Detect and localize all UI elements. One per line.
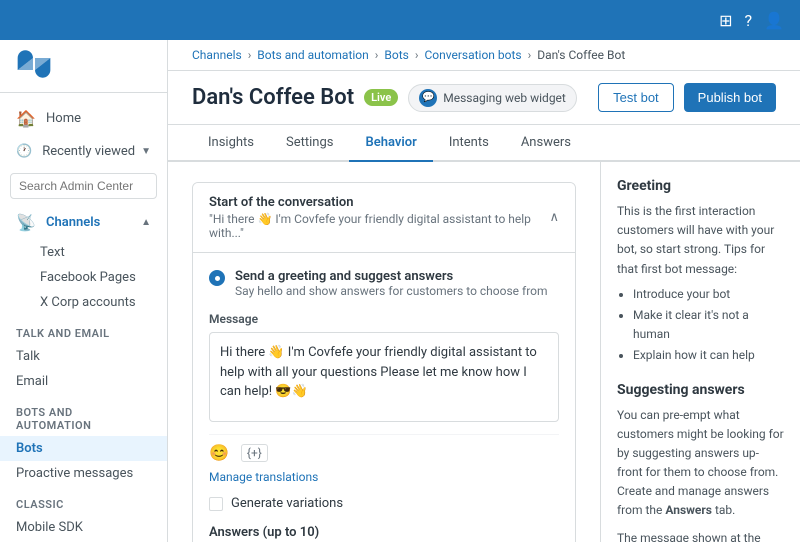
- tab-behavior[interactable]: Behavior: [349, 125, 432, 162]
- bots-automation-section-label: Bots and automation: [0, 398, 167, 436]
- suggesting-text-1: You can pre-empt what customers might be…: [617, 408, 784, 518]
- search-container: [0, 167, 167, 205]
- breadcrumb-channels[interactable]: Channels: [192, 48, 242, 62]
- publish-bot-button[interactable]: Publish bot: [684, 83, 776, 112]
- sidebar-item-facebook-pages[interactable]: Facebook Pages: [0, 265, 167, 290]
- info-sidebar: Greeting This is the first interaction c…: [600, 162, 800, 542]
- user-icon[interactable]: 👤: [764, 11, 784, 30]
- tab-settings[interactable]: Settings: [270, 125, 349, 162]
- generate-variations-row: Generate variations: [209, 496, 559, 511]
- channels-icon: 📡: [16, 213, 36, 232]
- sidebar-item-bots[interactable]: Bots: [0, 436, 167, 461]
- breadcrumb: Channels › Bots and automation › Bots › …: [168, 40, 800, 71]
- suggesting-section: Suggesting answers You can pre-empt what…: [617, 382, 784, 542]
- channel-badge: 💬 Messaging web widget: [408, 84, 577, 112]
- tab-intents[interactable]: Intents: [433, 125, 505, 162]
- sidebar-item-mobile-sdk[interactable]: Mobile SDK: [0, 515, 167, 540]
- generate-variations-checkbox[interactable]: [209, 497, 223, 511]
- home-icon: 🏠: [16, 109, 36, 128]
- greeting-intro: This is the first interaction customers …: [617, 204, 774, 276]
- greeting-tip-1: Introduce your bot: [633, 285, 784, 304]
- page-title: Dan's Coffee Bot: [192, 85, 354, 110]
- message-label: Message: [209, 312, 559, 326]
- note-text: The message shown at the start of the co…: [617, 529, 784, 542]
- page-header-left: Dan's Coffee Bot Live 💬 Messaging web wi…: [192, 84, 577, 112]
- live-badge: Live: [364, 89, 398, 106]
- greeting-tips-list: Introduce your bot Make it clear it's no…: [617, 285, 784, 366]
- greeting-tip-3: Explain how it can help: [633, 346, 784, 365]
- main-content: Channels › Bots and automation › Bots › …: [168, 40, 800, 542]
- talk-email-section-label: Talk and email: [0, 319, 167, 344]
- sidebar-item-email[interactable]: Email: [0, 369, 167, 394]
- chevron-down-icon: ▼: [141, 146, 151, 157]
- sidebar-item-talk[interactable]: Talk: [0, 344, 167, 369]
- conversation-start-card: Start of the conversation "Hi there 👋 I'…: [192, 182, 576, 542]
- manage-translations-link[interactable]: Manage translations: [209, 470, 559, 484]
- sidebar-item-text[interactable]: Text: [0, 240, 167, 265]
- tab-insights[interactable]: Insights: [192, 125, 270, 162]
- answers-link-text: Answers: [665, 503, 712, 517]
- channel-icon: 💬: [419, 89, 437, 107]
- emoji-button[interactable]: 😊: [209, 443, 229, 462]
- sidebar: 🏠 Home 🕐 Recently viewed ▼ 📡 Channels ▲ …: [0, 40, 168, 542]
- breadcrumb-conversation-bots[interactable]: Conversation bots: [424, 48, 521, 62]
- suggesting-text-2: tab.: [712, 503, 735, 517]
- card-header-title: Start of the conversation: [209, 195, 549, 210]
- breadcrumb-bots[interactable]: Bots: [384, 48, 408, 62]
- channels-chevron-icon: ▲: [141, 217, 151, 228]
- content-area: Start of the conversation "Hi there 👋 I'…: [168, 162, 800, 542]
- test-bot-button[interactable]: Test bot: [598, 83, 674, 112]
- suggesting-text: You can pre-empt what customers might be…: [617, 406, 784, 521]
- radio-option-sublabel: Say hello and show answers for customers…: [235, 284, 548, 298]
- collapse-icon[interactable]: ∧: [549, 210, 559, 225]
- card-body: Send a greeting and suggest answers Say …: [193, 252, 575, 542]
- sidebar-logo: [0, 40, 167, 93]
- message-textarea[interactable]: Hi there 👋 I'm Covfefe your friendly dig…: [209, 332, 559, 422]
- sidebar-item-x-corp-accounts[interactable]: X Corp accounts: [0, 290, 167, 315]
- message-actions: 😊 {+}: [209, 434, 559, 462]
- greeting-text: This is the first interaction customers …: [617, 202, 784, 366]
- page-header: Dan's Coffee Bot Live 💬 Messaging web wi…: [168, 71, 800, 125]
- greeting-section: Greeting This is the first interaction c…: [617, 178, 784, 366]
- greeting-tip-2: Make it clear it's not a human: [633, 306, 784, 344]
- clock-icon: 🕐: [16, 144, 32, 159]
- card-header[interactable]: Start of the conversation "Hi there 👋 I'…: [193, 183, 575, 252]
- variable-button[interactable]: {+}: [241, 444, 268, 462]
- sidebar-item-recently-viewed[interactable]: 🕐 Recently viewed ▼: [0, 136, 167, 167]
- card-header-subtitle: "Hi there 👋 I'm Covfefe your friendly di…: [209, 212, 549, 240]
- recently-viewed-label: Recently viewed: [42, 144, 135, 159]
- answers-row: Answers (up to 10) Agent transfer ✕: [209, 525, 559, 542]
- radio-greeting-option[interactable]: Send a greeting and suggest answers Say …: [209, 269, 559, 298]
- breadcrumb-bots-automation[interactable]: Bots and automation: [257, 48, 368, 62]
- sidebar-item-home[interactable]: 🏠 Home: [0, 101, 167, 136]
- channels-label: Channels: [46, 215, 100, 230]
- suggesting-title: Suggesting answers: [617, 382, 784, 398]
- help-icon[interactable]: ?: [745, 11, 753, 30]
- sidebar-navigation: 🏠 Home 🕐 Recently viewed ▼ 📡 Channels ▲ …: [0, 93, 167, 542]
- grid-icon[interactable]: ⊞: [719, 11, 732, 30]
- sidebar-item-proactive-messages[interactable]: Proactive messages: [0, 461, 167, 486]
- behavior-main: Start of the conversation "Hi there 👋 I'…: [168, 162, 600, 542]
- radio-option-label: Send a greeting and suggest answers: [235, 269, 548, 284]
- answers-label: Answers (up to 10): [209, 525, 559, 540]
- search-input[interactable]: [10, 173, 157, 199]
- topbar: ⊞ ? 👤: [0, 0, 800, 40]
- generate-variations-label: Generate variations: [231, 496, 343, 511]
- sidebar-item-channels[interactable]: 📡 Channels ▲: [0, 205, 167, 240]
- breadcrumb-current: Dan's Coffee Bot: [537, 48, 625, 62]
- classic-section-label: Classic: [0, 490, 167, 515]
- zendesk-logo: [16, 50, 52, 78]
- page-header-actions: Test bot Publish bot: [598, 83, 776, 112]
- greeting-title: Greeting: [617, 178, 784, 194]
- tab-answers[interactable]: Answers: [505, 125, 587, 162]
- channel-label: Messaging web widget: [443, 91, 566, 105]
- sidebar-item-home-label: Home: [46, 111, 81, 126]
- radio-circle: [209, 270, 225, 286]
- tabs: Insights Settings Behavior Intents Answe…: [168, 125, 800, 162]
